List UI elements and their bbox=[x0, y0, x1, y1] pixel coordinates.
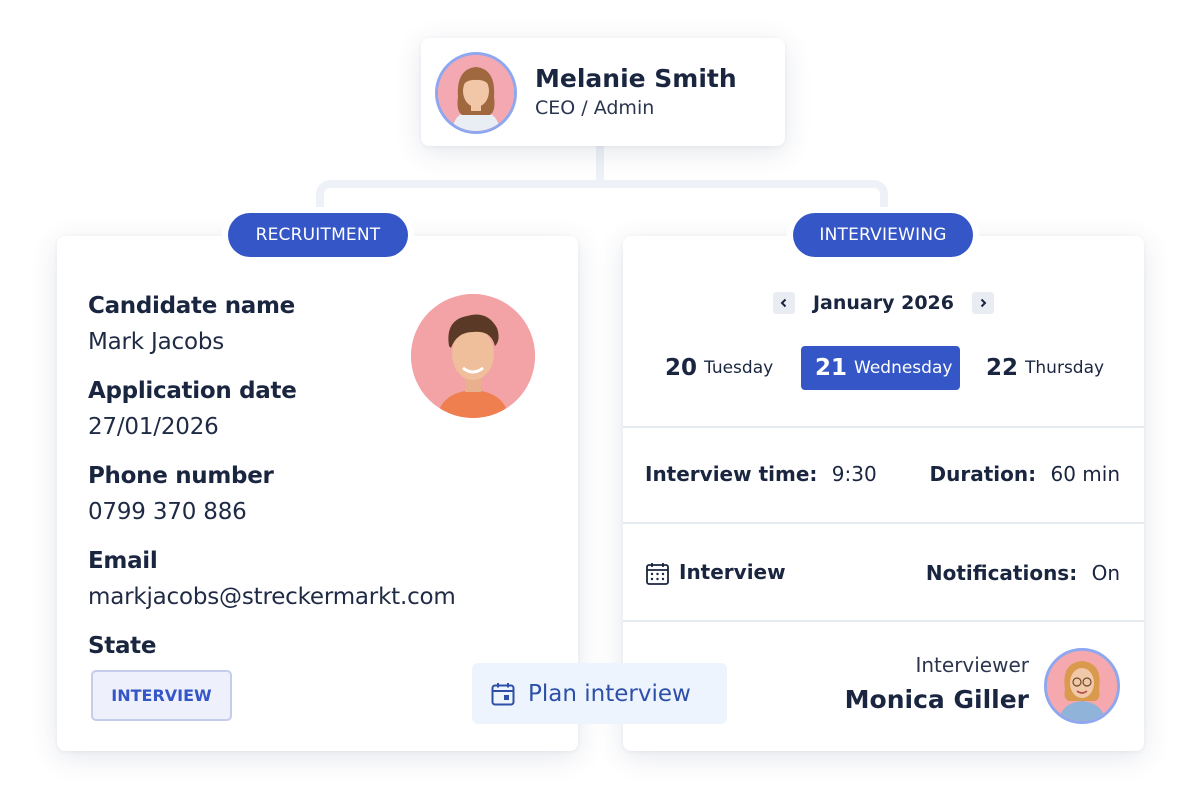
state-badge[interactable]: INTERVIEW bbox=[91, 670, 232, 721]
calendar-icon bbox=[645, 561, 670, 586]
org-connector-vertical bbox=[596, 146, 604, 184]
notifications-value: On bbox=[1091, 561, 1120, 585]
chevron-right-icon[interactable] bbox=[972, 292, 994, 314]
recruitment-tag: RECRUITMENT bbox=[228, 213, 408, 257]
candidate-name-value: Mark Jacobs bbox=[88, 329, 225, 355]
day-weekday: Wednesday bbox=[854, 358, 953, 378]
admin-card: Melanie Smith CEO / Admin bbox=[421, 38, 785, 146]
day-weekday: Tuesday bbox=[704, 358, 774, 378]
duration-label: Duration: bbox=[929, 462, 1037, 486]
phone-number-label: Phone number bbox=[88, 463, 274, 489]
candidate-avatar bbox=[411, 294, 535, 418]
divider bbox=[623, 522, 1144, 524]
calendar-icon bbox=[491, 682, 515, 705]
interview-time: Interview time: 9:30 bbox=[645, 462, 877, 486]
duration-value: 60 min bbox=[1050, 462, 1120, 486]
day-option-selected[interactable]: 21 Wednesday bbox=[801, 346, 960, 390]
day-weekday: Thursday bbox=[1025, 358, 1105, 378]
divider bbox=[623, 620, 1144, 622]
interviewer-avatar bbox=[1044, 648, 1120, 724]
duration: Duration: 60 min bbox=[930, 462, 1120, 486]
day-number: 21 bbox=[815, 355, 848, 381]
day-option[interactable]: 20 Tuesday bbox=[665, 346, 773, 390]
notifications[interactable]: Notifications: On bbox=[926, 561, 1120, 585]
phone-number-value: 0799 370 886 bbox=[88, 499, 247, 525]
event-label: Interview bbox=[679, 560, 786, 584]
day-number: 22 bbox=[986, 355, 1019, 381]
email-label: Email bbox=[88, 548, 158, 574]
month-navigator: January 2026 bbox=[623, 292, 1144, 314]
email-value: markjacobs@streckermarkt.com bbox=[88, 584, 456, 610]
day-option[interactable]: 22 Thursday bbox=[986, 346, 1104, 390]
interview-time-value: 9:30 bbox=[831, 462, 877, 486]
admin-name: Melanie Smith bbox=[535, 64, 737, 93]
day-number: 20 bbox=[665, 355, 698, 381]
interviewer-label: Interviewer bbox=[915, 653, 1029, 677]
plan-interview-label: Plan interview bbox=[528, 680, 691, 707]
application-date-label: Application date bbox=[88, 378, 297, 404]
notifications-label: Notifications: bbox=[925, 561, 1078, 585]
event-label-text: Interview bbox=[679, 560, 786, 584]
divider bbox=[623, 426, 1144, 428]
candidate-name-label: Candidate name bbox=[88, 293, 295, 319]
interview-time-label: Interview time: bbox=[645, 462, 818, 486]
admin-role: CEO / Admin bbox=[535, 97, 655, 119]
admin-avatar bbox=[435, 52, 517, 134]
state-label: State bbox=[88, 633, 157, 659]
month-label: January 2026 bbox=[812, 292, 954, 314]
chevron-left-icon[interactable] bbox=[772, 292, 795, 314]
interviewer-name: Monica Giller bbox=[844, 685, 1029, 714]
application-date-value: 27/01/2026 bbox=[88, 414, 219, 440]
plan-interview-button[interactable]: Plan interview bbox=[472, 663, 727, 724]
interviewing-tag: INTERVIEWING bbox=[793, 213, 973, 257]
